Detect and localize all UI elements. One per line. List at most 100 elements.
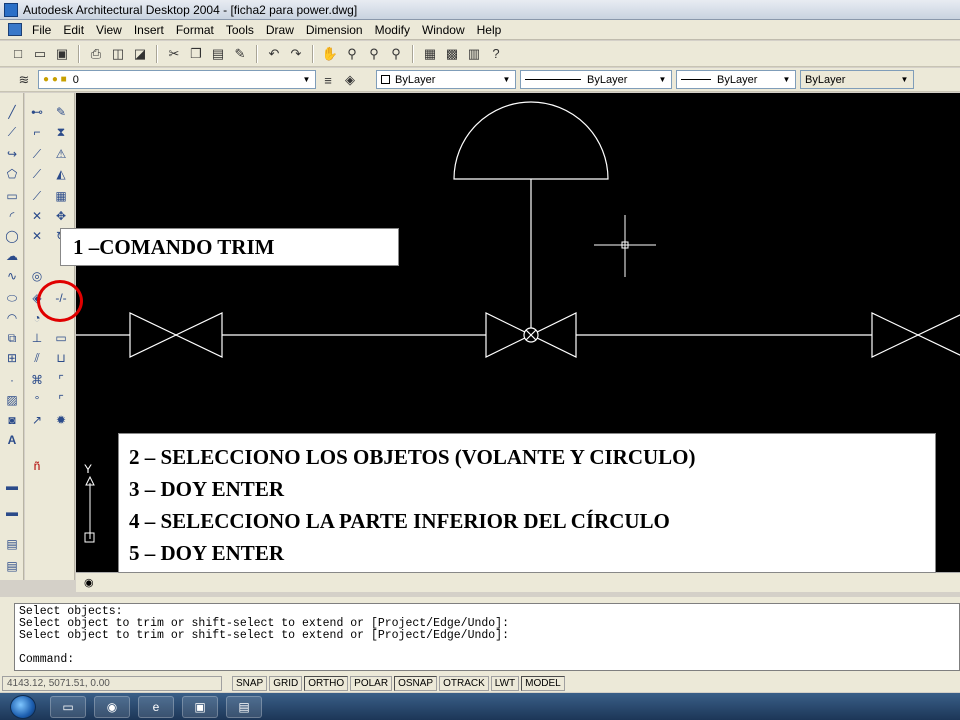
linetype-combo[interactable]: ByLayer ▼ bbox=[520, 70, 672, 89]
chevron-down-icon[interactable]: ▼ bbox=[898, 73, 911, 86]
chevron-down-icon[interactable]: ▼ bbox=[300, 73, 313, 86]
polygon-icon[interactable]: ⬠ bbox=[3, 165, 21, 183]
fillet-icon[interactable]: ⫽ bbox=[28, 349, 46, 367]
layer-previous-icon[interactable]: ◈ bbox=[340, 70, 360, 90]
chevron-down-icon[interactable]: ▼ bbox=[656, 73, 669, 86]
grid-icon[interactable]: ▦ bbox=[52, 187, 70, 205]
layer-combo[interactable]: ● ● ■ 0 ▼ bbox=[38, 70, 316, 89]
document-icon[interactable] bbox=[8, 23, 22, 36]
print-preview-icon[interactable]: ◫ bbox=[108, 44, 128, 64]
ray-icon[interactable]: ◎ bbox=[28, 267, 46, 285]
sheet-icon[interactable]: ▤ bbox=[3, 535, 21, 553]
revision-cloud-icon[interactable]: ☁ bbox=[3, 247, 21, 265]
menu-help[interactable]: Help bbox=[471, 23, 508, 37]
move-arrows-icon[interactable]: ✥ bbox=[52, 207, 70, 225]
start-orb-icon[interactable] bbox=[10, 694, 36, 719]
menu-modify[interactable]: Modify bbox=[369, 23, 416, 37]
layout-icon[interactable]: ▬ bbox=[3, 503, 21, 521]
properties-brush-icon[interactable]: ⌘ bbox=[28, 371, 46, 389]
save-icon[interactable]: ▣ bbox=[52, 44, 72, 64]
color-combo[interactable]: ByLayer ▼ bbox=[376, 70, 516, 89]
command-prompt[interactable]: Command: bbox=[19, 654, 955, 666]
undo-icon[interactable]: ↶ bbox=[264, 44, 284, 64]
menu-edit[interactable]: Edit bbox=[57, 23, 90, 37]
otrack-toggle[interactable]: OTRACK bbox=[439, 676, 489, 691]
redo-icon[interactable]: ↷ bbox=[286, 44, 306, 64]
n-icon[interactable]: ñ bbox=[28, 457, 46, 475]
menu-format[interactable]: Format bbox=[170, 23, 220, 37]
chevron-down-icon[interactable]: ▼ bbox=[780, 73, 793, 86]
dot-icon[interactable]: ° bbox=[28, 391, 46, 409]
zoom-previous-icon[interactable]: ⚲ bbox=[386, 44, 406, 64]
print-icon[interactable]: ⎙ bbox=[86, 44, 106, 64]
pan-icon[interactable]: ✋ bbox=[320, 44, 340, 64]
hatch-icon[interactable]: ▨ bbox=[3, 391, 21, 409]
polyline-icon[interactable]: ↪ bbox=[3, 145, 21, 163]
lineweight-combo[interactable]: ByLayer ▼ bbox=[676, 70, 796, 89]
mirror-icon[interactable]: ⧗ bbox=[52, 123, 70, 141]
menu-draw[interactable]: Draw bbox=[260, 23, 300, 37]
ortho-toggle[interactable]: ORTHO bbox=[304, 676, 349, 691]
offset-icon[interactable]: ⟋ bbox=[28, 145, 46, 163]
wrench-icon[interactable]: ↗ bbox=[28, 411, 46, 429]
rectangle-icon[interactable]: ▭ bbox=[3, 187, 21, 205]
open-file-icon[interactable]: ▭ bbox=[30, 44, 50, 64]
menu-dimension[interactable]: Dimension bbox=[300, 23, 369, 37]
ellipse-icon[interactable]: ⬭ bbox=[3, 289, 21, 307]
circle-icon[interactable]: ◯ bbox=[3, 227, 21, 245]
layer-manager-icon[interactable]: ≋ bbox=[14, 70, 34, 90]
tab-scroll-icon[interactable]: ◉ bbox=[84, 576, 94, 589]
grip-icon[interactable]: ▬ bbox=[3, 477, 21, 495]
arc-icon[interactable]: ◜ bbox=[3, 207, 21, 225]
folder-icon[interactable]: ▭ bbox=[50, 695, 86, 718]
menu-tools[interactable]: Tools bbox=[220, 23, 260, 37]
media-icon[interactable]: ◉ bbox=[94, 695, 130, 718]
match-properties-icon[interactable]: ✎ bbox=[230, 44, 250, 64]
join-icon[interactable]: ⊥ bbox=[28, 329, 46, 347]
ie-icon[interactable]: e bbox=[138, 695, 174, 718]
scale-icon[interactable]: ⟋ bbox=[28, 187, 46, 205]
design-center-icon[interactable]: ▩ bbox=[442, 44, 462, 64]
make-block-icon[interactable]: ⊞ bbox=[3, 349, 21, 367]
erase-icon[interactable]: ✎ bbox=[52, 103, 70, 121]
fillet-corner-icon[interactable]: ⌜ bbox=[52, 371, 70, 389]
insert-block-icon[interactable]: ⧉ bbox=[3, 329, 21, 347]
rotate-icon[interactable]: ◭ bbox=[52, 165, 70, 183]
model-toggle[interactable]: MODEL bbox=[521, 676, 565, 691]
help-icon[interactable]: ? bbox=[486, 44, 506, 64]
new-file-icon[interactable]: □ bbox=[8, 44, 28, 64]
point-icon[interactable]: · bbox=[3, 371, 21, 389]
properties-icon[interactable]: ▦ bbox=[420, 44, 440, 64]
move-icon[interactable]: ⟋ bbox=[28, 165, 46, 183]
autocad-icon[interactable]: ▤ bbox=[226, 695, 262, 718]
explode-star-icon[interactable]: ✹ bbox=[52, 411, 70, 429]
mtext-icon[interactable]: A bbox=[3, 431, 21, 449]
menu-insert[interactable]: Insert bbox=[128, 23, 170, 37]
lwt-toggle[interactable]: LWT bbox=[490, 676, 520, 691]
window-icon[interactable]: ▣ bbox=[182, 695, 218, 718]
explode-icon[interactable]: ⊔ bbox=[52, 349, 70, 367]
grid-toggle[interactable]: GRID bbox=[269, 676, 303, 691]
menu-file[interactable]: File bbox=[26, 23, 57, 37]
publish-icon[interactable]: ◪ bbox=[130, 44, 150, 64]
line-icon[interactable]: ╱ bbox=[3, 103, 21, 121]
doc-icon[interactable]: ▤ bbox=[3, 557, 21, 575]
make-current-layer-icon[interactable]: ≡ bbox=[318, 70, 338, 90]
chamfer-icon[interactable]: ▭ bbox=[52, 329, 70, 347]
corner-icon[interactable]: ⌜ bbox=[52, 391, 70, 409]
construction-line-icon[interactable]: ⟋ bbox=[3, 123, 21, 141]
plotstyle-combo[interactable]: ByLayer ▼ bbox=[800, 70, 914, 89]
menu-window[interactable]: Window bbox=[416, 23, 471, 37]
polar-toggle[interactable]: POLAR bbox=[350, 676, 393, 691]
chevron-down-icon[interactable]: ▼ bbox=[500, 73, 513, 86]
tool-palettes-icon[interactable]: ▥ bbox=[464, 44, 484, 64]
dimension-icon[interactable]: ⊷ bbox=[28, 103, 46, 121]
copy-object-icon[interactable]: ⌐ bbox=[28, 123, 46, 141]
zoom-realtime-icon[interactable]: ⚲ bbox=[342, 44, 362, 64]
region-icon[interactable]: ◙ bbox=[3, 411, 21, 429]
lengthen-icon[interactable]: ✕ bbox=[28, 227, 46, 245]
spline-icon[interactable]: ∿ bbox=[3, 267, 21, 285]
paste-icon[interactable]: ▤ bbox=[208, 44, 228, 64]
osnap-toggle[interactable]: OSNAP bbox=[394, 676, 438, 691]
copy-icon[interactable]: ❐ bbox=[186, 44, 206, 64]
